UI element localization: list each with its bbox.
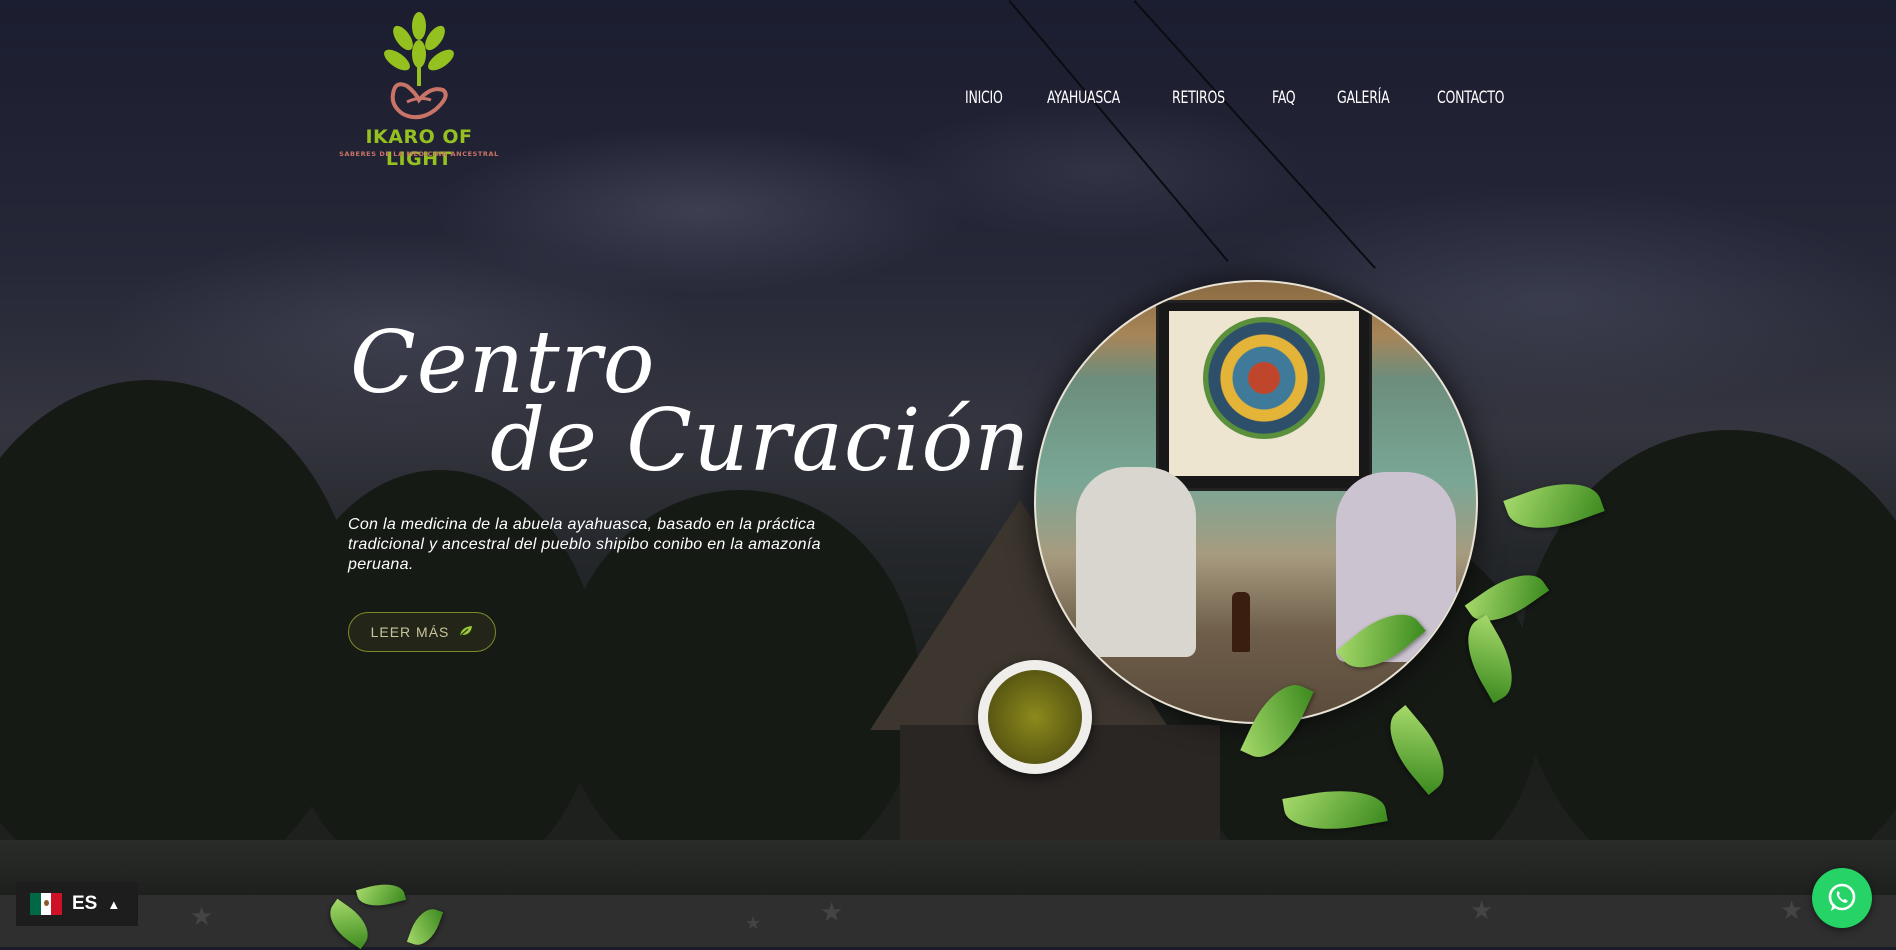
star-icon: ★ [745, 913, 762, 933]
nav-item-galeria[interactable]: GALERÍA [1337, 88, 1390, 108]
star-icon: ★ [820, 897, 844, 927]
hero-photo-ceremony [1034, 280, 1478, 724]
chevron-up-icon: ▲ [107, 896, 121, 912]
power-line [1133, 0, 1376, 269]
shipibo-tapestry [1156, 300, 1372, 491]
site-logo[interactable]: IKARO OF LIGHT SABERES DE LA MEDICINA AN… [335, 8, 503, 170]
star-icon: ★ [1780, 895, 1804, 925]
leaf-icon [459, 624, 473, 640]
main-nav: INICIO AYAHUASCA RETIROS FAQ GALERÍA CON… [965, 88, 1519, 108]
whatsapp-icon [1828, 883, 1856, 911]
hero-title: Centro de Curación [350, 320, 1031, 484]
bottle [1232, 592, 1250, 652]
nav-item-inicio[interactable]: INICIO [965, 88, 1003, 108]
hero-subtitle: Con la medicina de la abuela ayahuasca, … [348, 516, 821, 573]
read-more-button[interactable]: LEER MÁS [348, 612, 496, 652]
ayahuasca-bowl [978, 660, 1092, 774]
nav-item-retiros[interactable]: RETIROS [1172, 88, 1225, 108]
healer-figure [1076, 467, 1196, 657]
language-code: ES [72, 893, 98, 914]
bottom-strip: ★ ★ ★ ★ ★ [0, 895, 1896, 947]
read-more-label: LEER MÁS [370, 624, 450, 640]
language-switcher[interactable]: ES ▲ [16, 882, 138, 926]
hero-title-line2: de Curación [490, 391, 1031, 491]
mexico-flag-icon [30, 893, 63, 915]
star-icon: ★ [190, 901, 214, 931]
logo-tagline: SABERES DE LA MEDICINA ANCESTRAL [339, 150, 499, 158]
nav-item-ayahuasca[interactable]: AYAHUASCA [1047, 88, 1120, 108]
logo-name: IKARO OF LIGHT [365, 126, 473, 170]
power-line [1008, 0, 1229, 262]
logo-plant-hand-icon [384, 12, 454, 120]
whatsapp-button[interactable] [1812, 868, 1872, 928]
ground [0, 840, 1896, 895]
nav-item-faq[interactable]: FAQ [1272, 88, 1296, 108]
nav-item-contacto[interactable]: CONTACTO [1437, 88, 1504, 108]
star-icon: ★ [1470, 895, 1494, 925]
